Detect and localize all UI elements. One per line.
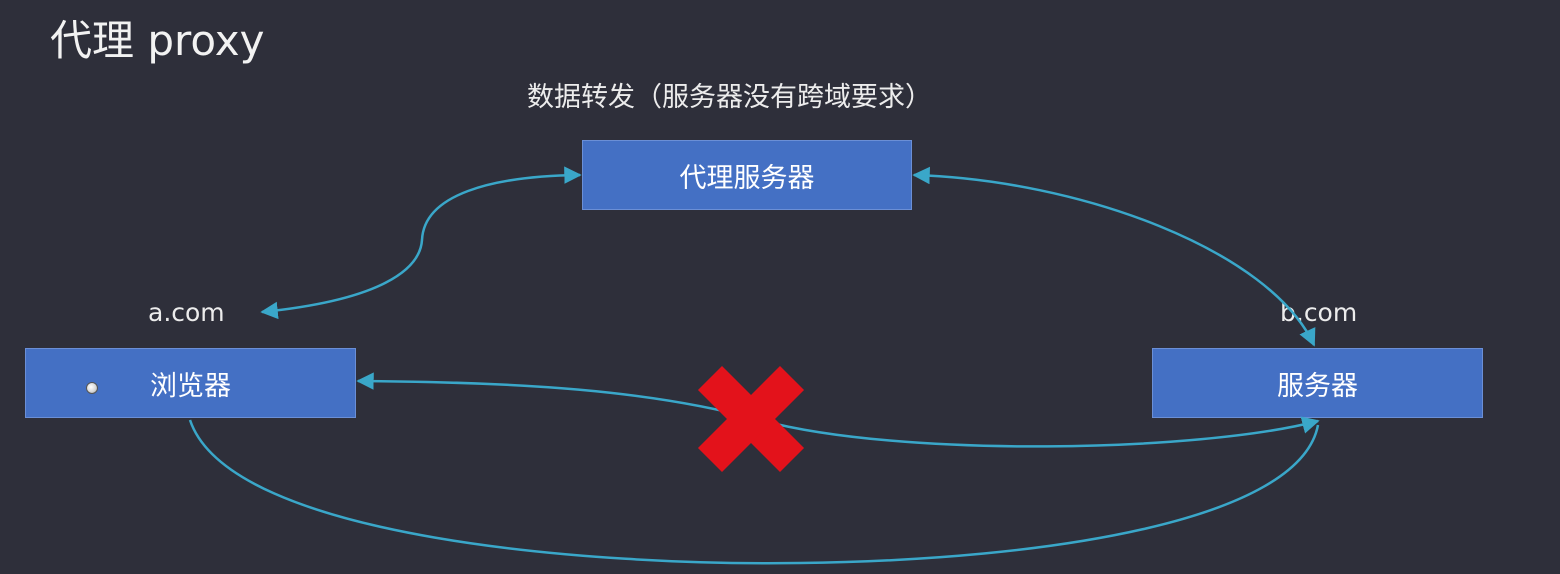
direct-blocked-arrow — [356, 372, 1320, 448]
arrow-layer — [188, 166, 1320, 565]
red-x-icon — [697, 365, 805, 473]
proxy-server-arrow — [912, 166, 1316, 347]
browser-proxy-arrow — [260, 166, 582, 320]
